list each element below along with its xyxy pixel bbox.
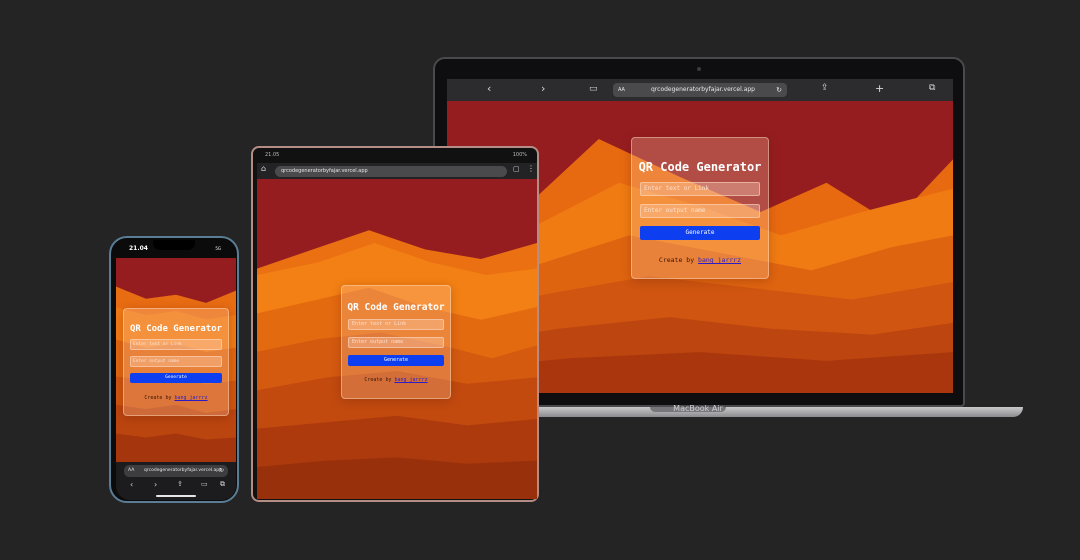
qr-form-card: QR Code Generator Enter text or Link Ent…: [123, 308, 229, 416]
back-icon[interactable]: ‹: [487, 82, 491, 95]
generate-button[interactable]: Generate: [130, 373, 222, 383]
credit-text: Create by bang_jarrrz: [124, 395, 228, 401]
generate-button[interactable]: Generate: [348, 355, 444, 366]
phone-url-text: qrcodegenerato​rbyfajar.vercel.app: [144, 468, 222, 473]
forward-icon[interactable]: ›: [154, 480, 157, 489]
reload-icon[interactable]: ↻: [776, 83, 782, 97]
credit-text: Create by bang_jarrrz: [632, 256, 768, 264]
phone-time: 21.04: [129, 245, 148, 252]
credit-prefix: Create by: [364, 377, 395, 383]
output-name-input[interactable]: Enter output name: [130, 356, 222, 367]
camera-icon: [697, 67, 701, 71]
phone-device: 21.04 5G QR Code Generator Enter text or…: [109, 236, 239, 503]
page-title: QR Code Generator: [347, 302, 445, 313]
text-input[interactable]: Enter text or Link: [130, 339, 222, 350]
credit-link[interactable]: bang_jarrrz: [174, 395, 207, 401]
book-icon[interactable]: ▭: [201, 480, 208, 488]
reader-aa-button[interactable]: AA: [618, 83, 625, 97]
phone-page: QR Code Generator Enter text or Link Ent…: [116, 258, 236, 462]
text-input[interactable]: Enter text or Link: [348, 319, 444, 330]
credit-prefix: Create by: [658, 256, 699, 264]
back-icon[interactable]: ‹: [130, 480, 133, 489]
share-icon[interactable]: ⇪: [177, 480, 183, 488]
phone-address-bar[interactable]: AA qrcodegenerato​rbyfajar.vercel.app ↻: [124, 465, 228, 477]
page-title: QR Code Generator: [129, 324, 223, 334]
tablet-address-bar[interactable]: qrcodegeneratorbyfajar.vercel.app: [275, 166, 507, 177]
credit-link[interactable]: bang_jarrrz: [698, 256, 741, 264]
reload-icon[interactable]: ↻: [219, 465, 224, 477]
tabs-icon[interactable]: ▢: [513, 165, 520, 173]
home-indicator: [156, 495, 196, 497]
credit-text: Create by bang_jarrrz: [342, 377, 450, 383]
laptop-browser-toolbar: ‹ › ▭ AA qrcodegeneratorbyfajar.vercel.a…: [447, 79, 953, 101]
phone-browser-toolbar: AA qrcodegenerato​rbyfajar.vercel.app ↻ …: [116, 462, 236, 500]
tabs-icon[interactable]: ⧉: [929, 83, 935, 93]
home-icon[interactable]: ⌂: [261, 164, 266, 173]
credit-link[interactable]: bang_jarrrz: [394, 377, 427, 383]
tablet-browser-toolbar: ⌂ qrcodegeneratorbyfajar.vercel.app ▢ ⋮: [257, 163, 537, 179]
tabs-icon[interactable]: ⧉: [220, 480, 225, 489]
new-tab-icon[interactable]: +: [875, 82, 884, 95]
laptop-url-text: qrcodegeneratorbyfajar.vercel.app: [651, 86, 755, 93]
generate-button[interactable]: Generate: [640, 226, 760, 240]
laptop-address-bar[interactable]: AA qrcodegeneratorbyfajar.vercel.app ↻: [613, 83, 787, 97]
tablet-url-text: qrcodegeneratorbyfajar.vercel.app: [281, 168, 368, 174]
output-name-input[interactable]: Enter output name: [640, 204, 760, 218]
text-input[interactable]: Enter text or Link: [640, 182, 760, 196]
forward-icon[interactable]: ›: [541, 82, 545, 95]
qr-form-card: QR Code Generator Enter text or Link Ent…: [341, 285, 451, 399]
tablet-battery: 100%: [512, 152, 527, 158]
menu-icon[interactable]: ⋮: [527, 164, 535, 173]
tablet-time: 21.05: [265, 152, 280, 158]
tablet-status-bar: 21.05 100%: [259, 152, 535, 162]
tablet-page: QR Code Generator Enter text or Link Ent…: [257, 179, 537, 499]
share-icon[interactable]: ⇪: [821, 83, 829, 93]
qr-form-card: QR Code Generator Enter text or Link Ent…: [631, 137, 769, 279]
output-name-input[interactable]: Enter output name: [348, 337, 444, 348]
laptop-model-label: MacBook Air: [673, 404, 723, 413]
reader-aa-button[interactable]: AA: [128, 465, 134, 477]
credit-prefix: Create by: [144, 395, 175, 401]
phone-notch: [153, 240, 195, 250]
page-title: QR Code Generator: [638, 160, 762, 174]
phone-signal: 5G: [215, 246, 221, 251]
book-icon[interactable]: ▭: [589, 84, 598, 94]
tablet-device: 21.05 100% ⌂ qrcodegeneratorbyfajar.verc…: [251, 146, 539, 502]
